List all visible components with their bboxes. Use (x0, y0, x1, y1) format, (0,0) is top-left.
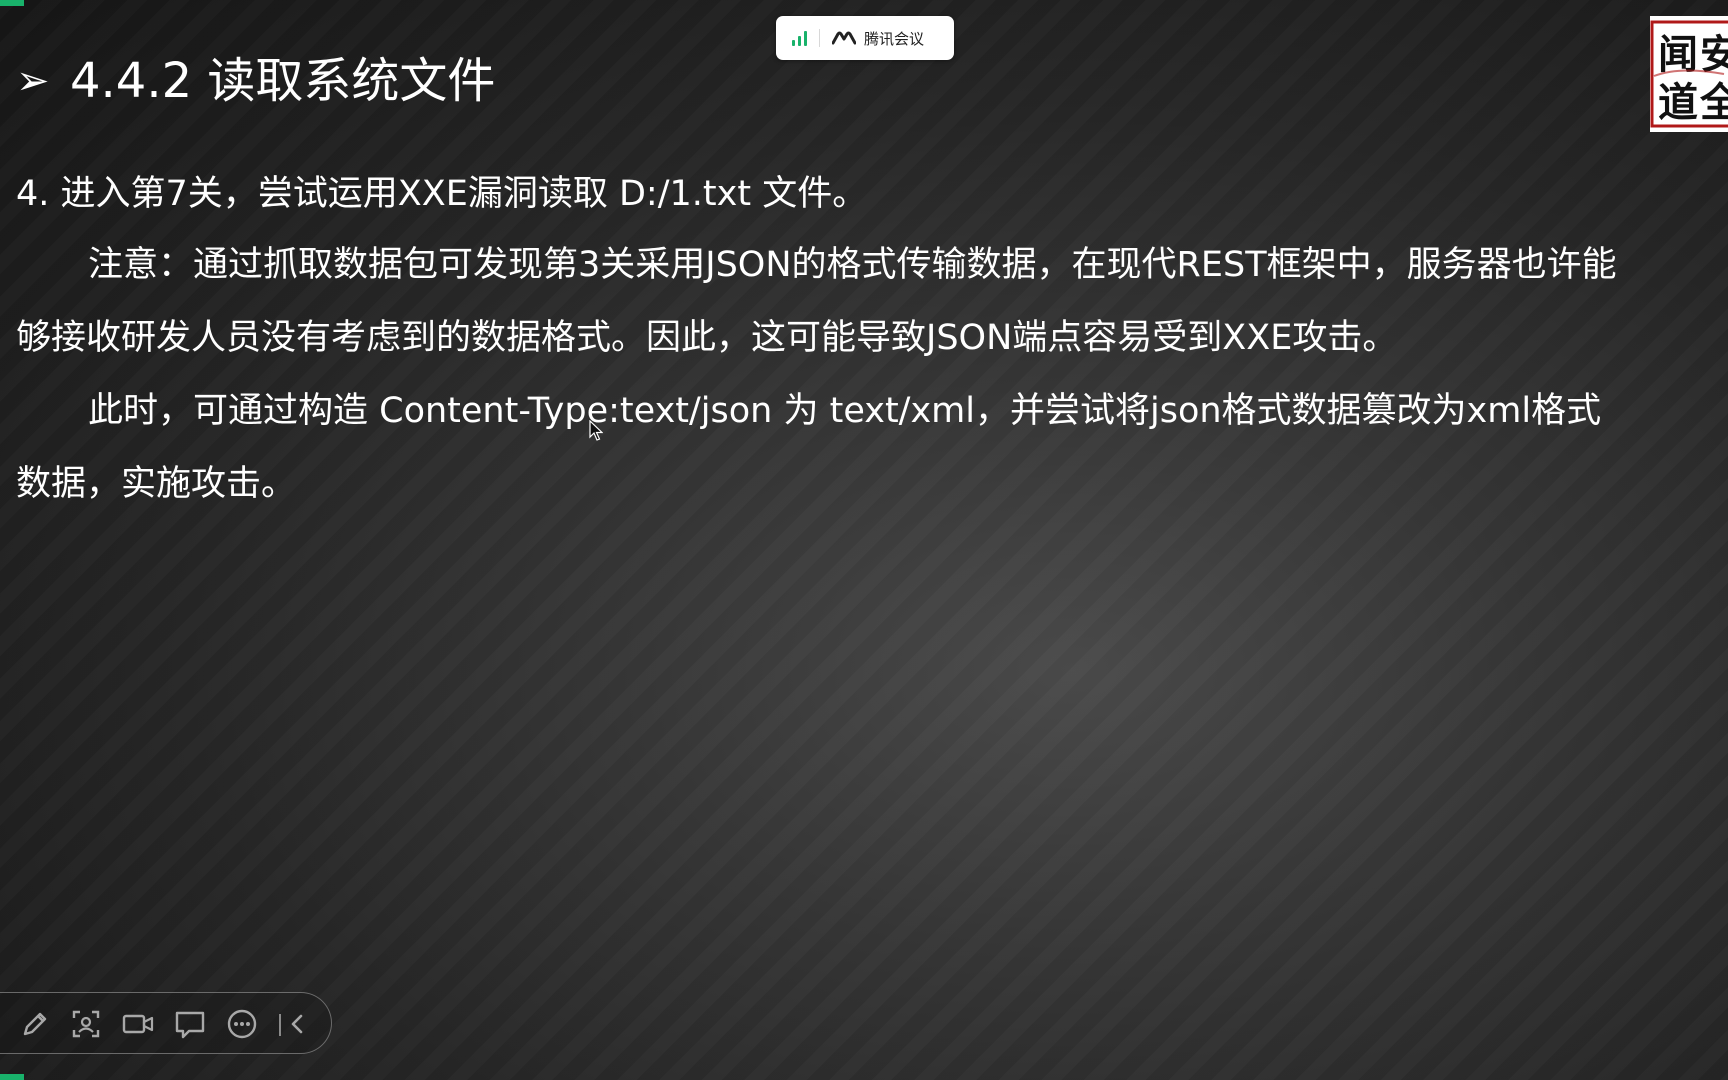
slide-title: ➢ 4.4.2 读取系统文件 (16, 46, 495, 116)
share-border-corner-top (0, 0, 24, 6)
screenshot-icon[interactable] (68, 1006, 104, 1042)
svg-text:道: 道 (1658, 79, 1698, 126)
svg-text:全: 全 (1699, 79, 1728, 126)
camera-icon[interactable] (120, 1006, 156, 1042)
arrow-bullet-icon: ➢ (16, 58, 50, 104)
meeting-status-pill[interactable]: 腾讯会议 (776, 16, 954, 60)
chat-icon[interactable] (172, 1006, 208, 1042)
seal-logo-icon: 闻 道 安 全 (1650, 20, 1728, 128)
pen-icon[interactable] (17, 1006, 53, 1042)
shared-screen: ➢ 4.4.2 读取系统文件 4. 进入第7关，尝试运用XXE漏洞读取 D:/1… (0, 0, 1728, 1080)
seal-logo: 闻 道 安 全 (1650, 16, 1728, 132)
presentation-toolbar (0, 992, 332, 1054)
collapse-icon[interactable] (280, 1006, 316, 1042)
mouse-cursor-icon (589, 420, 603, 441)
slide-paragraph-note: 注意：通过抓取数据包可发现第3关采用JSON的格式传输数据，在现代REST框架中… (16, 245, 1617, 358)
pill-divider (819, 29, 820, 47)
meeting-app-name: 腾讯会议 (864, 29, 925, 48)
tencent-meeting-logo-icon (832, 31, 856, 45)
slide-title-text: 4.4.2 读取系统文件 (70, 53, 496, 109)
share-border-corner-bottom (0, 1074, 24, 1080)
slide-paragraph-method: 此时，可通过构造 Content-Type:text/json 为 text/x… (16, 391, 1602, 504)
slide-paragraph-step: 4. 进入第7关，尝试运用XXE漏洞读取 D:/1.txt 文件。 (16, 174, 868, 214)
signal-bars-icon (792, 30, 807, 46)
more-icon[interactable] (224, 1006, 260, 1042)
